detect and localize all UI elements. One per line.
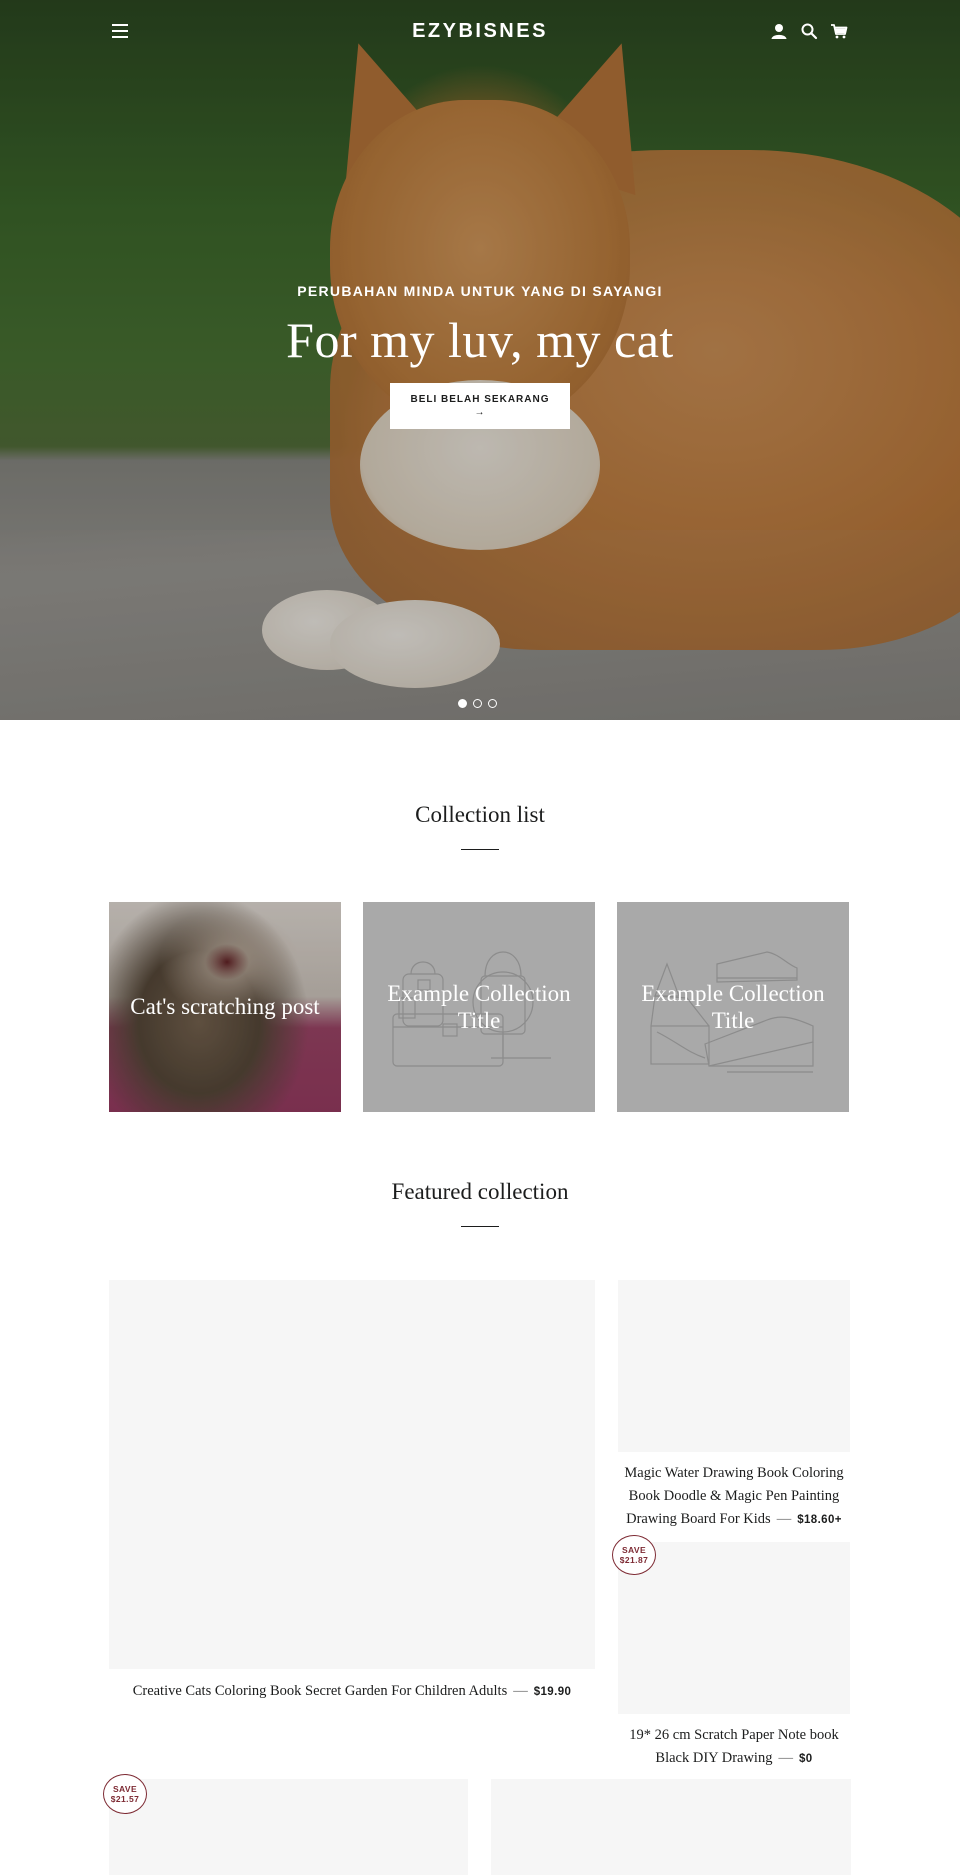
arrow-right-icon: → <box>474 407 486 418</box>
product-image-coloring-book[interactable] <box>109 1280 595 1669</box>
price-separator: — <box>513 1683 528 1699</box>
product-info-scratch-paper[interactable]: 19* 26 cm Scratch Paper Note book Black … <box>618 1724 850 1771</box>
section-divider <box>461 849 499 850</box>
shop-now-button[interactable]: BELI BELAH SEKARANG → <box>390 383 570 429</box>
shop-now-label: BELI BELAH SEKARANG <box>410 394 550 405</box>
product-image-5[interactable] <box>491 1779 851 1875</box>
cart-icon[interactable] <box>830 22 848 40</box>
product-price: $19.90 <box>533 1686 572 1698</box>
save-badge-label: SAVE <box>112 1784 138 1794</box>
section-divider <box>461 1226 499 1227</box>
hero-subtitle: PERUBAHAN MINDA UNTUK YANG DI SAYANGI <box>297 283 663 299</box>
collection-list-title: Collection list <box>415 802 545 827</box>
hero-slideshow: EZYBISNES PERUBAHAN MINDA UNTUK YANG DI … <box>0 0 960 720</box>
price-separator: — <box>778 1750 793 1766</box>
product-price: $18.60+ <box>797 1514 842 1526</box>
header-icon-group <box>770 22 848 40</box>
collection-card-example-2[interactable]: Example Collection Title <box>617 902 849 1112</box>
collection-card-scratching-post[interactable]: Cat's scratching post <box>109 902 341 1112</box>
slideshow-dots <box>458 699 497 708</box>
hero-content: PERUBAHAN MINDA UNTUK YANG DI SAYANGI Fo… <box>0 283 960 429</box>
slide-dot-2[interactable] <box>473 699 482 708</box>
save-badge-amount: $21.87 <box>619 1555 649 1565</box>
hero-title: For my luv, my cat <box>286 312 674 368</box>
save-badge-amount: $21.57 <box>110 1794 140 1804</box>
product-image-magic-water-book[interactable] <box>618 1280 850 1452</box>
product-image-4[interactable] <box>109 1779 468 1875</box>
save-badge: SAVE $21.87 <box>612 1535 656 1575</box>
search-icon[interactable] <box>800 22 818 40</box>
collection-card-title: Cat's scratching post <box>130 994 320 1019</box>
site-header: EZYBISNES <box>0 0 960 66</box>
collection-card-title: Example Collection Title <box>641 981 825 1033</box>
slide-dot-3[interactable] <box>488 699 497 708</box>
collection-card-example-1[interactable]: Example Collection Title <box>363 902 595 1112</box>
product-info-coloring-book[interactable]: Creative Cats Coloring Book Secret Garde… <box>109 1680 595 1704</box>
product-price: $0 <box>798 1753 813 1765</box>
product-title: Creative Cats Coloring Book Secret Garde… <box>132 1683 508 1699</box>
price-separator: — <box>776 1511 792 1527</box>
featured-collection-title: Featured collection <box>391 1179 569 1204</box>
save-badge: SAVE $21.57 <box>103 1774 147 1814</box>
slide-dot-1[interactable] <box>458 699 467 708</box>
product-info-magic-water-book[interactable]: Magic Water Drawing Book Coloring Book D… <box>618 1462 850 1532</box>
save-badge-label: SAVE <box>621 1545 647 1555</box>
account-icon[interactable] <box>770 22 788 40</box>
product-image-scratch-paper[interactable] <box>618 1542 850 1714</box>
collection-card-title: Example Collection Title <box>387 981 571 1033</box>
